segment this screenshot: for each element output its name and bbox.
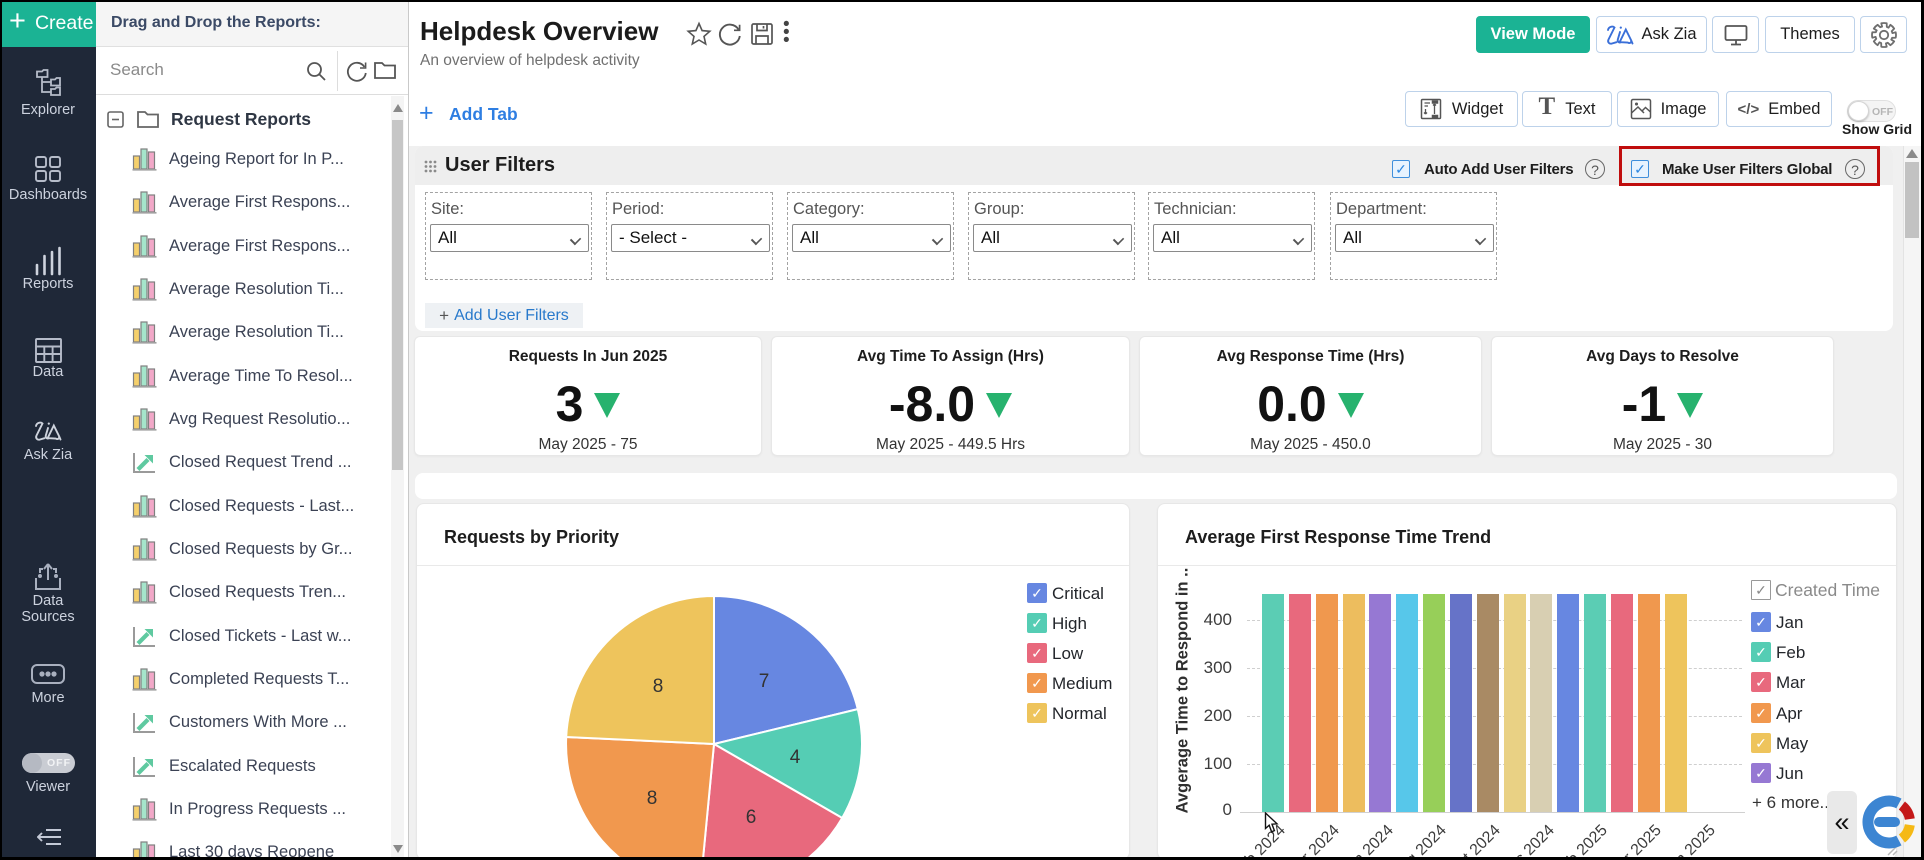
svg-text:Jun 2025: Jun 2025 [1660, 822, 1719, 857]
svg-text:7: 7 [759, 671, 770, 692]
svg-text:Apr 2025: Apr 2025 [1607, 822, 1665, 857]
svg-text:Feb 2024: Feb 2024 [1229, 822, 1289, 857]
svg-text:Jun 2024: Jun 2024 [1338, 822, 1397, 857]
svg-text:8: 8 [647, 788, 658, 809]
svg-text:6: 6 [746, 807, 757, 828]
svg-text:Apr 2024: Apr 2024 [1285, 822, 1343, 857]
svg-text:Dec 2024: Dec 2024 [1497, 822, 1558, 857]
svg-text:Oct 2024: Oct 2024 [1446, 822, 1504, 857]
svg-text:Feb 2025: Feb 2025 [1551, 822, 1611, 857]
svg-text:Aug 2024: Aug 2024 [1389, 822, 1450, 857]
svg-text:4: 4 [790, 747, 801, 768]
svg-text:8: 8 [653, 676, 664, 697]
